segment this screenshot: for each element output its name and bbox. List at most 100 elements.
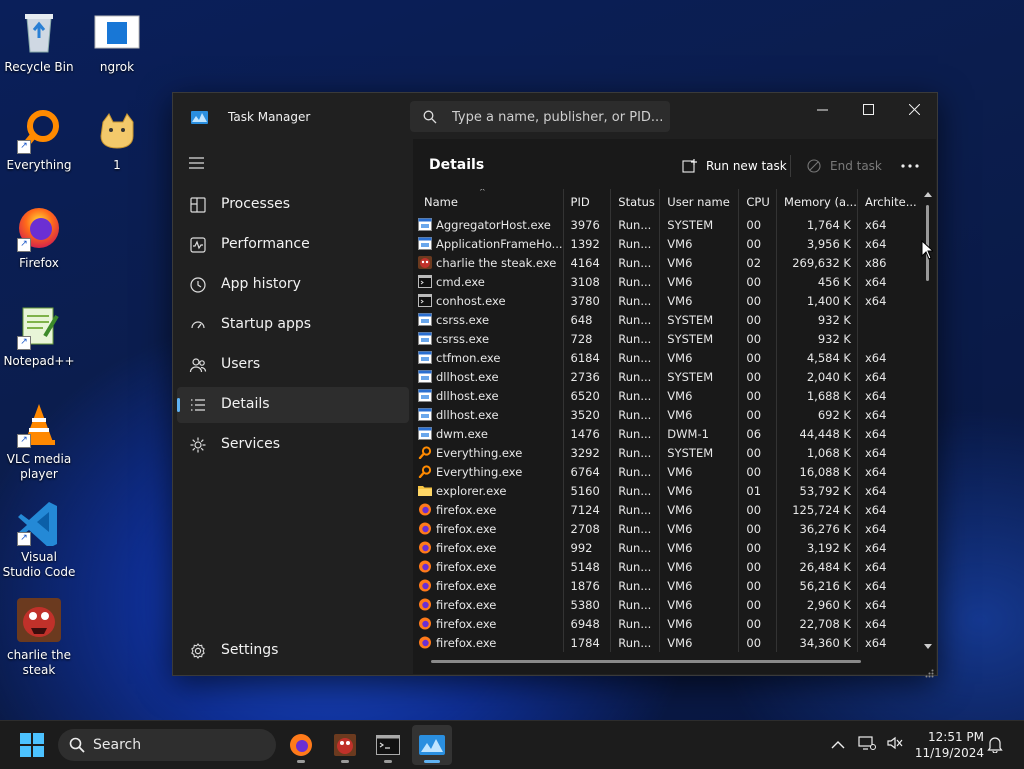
sidebar-item-services[interactable]: Services <box>177 427 409 463</box>
desktop-icon-everything[interactable]: ↗ Everything <box>1 106 77 173</box>
horizontal-scrollbar[interactable] <box>431 660 861 663</box>
desktop-icon-vscode[interactable]: ↗ Visual Studio Code <box>1 498 77 580</box>
desktop-icon-1[interactable]: 1 <box>79 106 155 173</box>
show-hidden-icons-button[interactable] <box>826 735 850 755</box>
table-row[interactable]: firefox.exe 992 Run... VM6 00 3,192 Kx64 <box>413 538 919 557</box>
desktop-icon-label: Notepad++ <box>3 354 75 368</box>
taskbar-app-terminal[interactable] <box>368 725 408 765</box>
mouse-cursor-icon <box>921 239 935 260</box>
process-window-app-icon <box>418 426 432 440</box>
start-button[interactable] <box>14 729 50 761</box>
column-header-name[interactable]: ^ Name <box>413 189 563 215</box>
desktop-icon-label: VLC media player <box>6 452 72 481</box>
sidebar-item-details[interactable]: Details <box>177 387 409 423</box>
firefox-icon: ↗ <box>15 204 63 252</box>
desktop-icon-firefox[interactable]: ↗ Firefox <box>1 204 77 271</box>
sidebar-item-startup-apps[interactable]: Startup apps <box>177 307 409 343</box>
column-header-user-name[interactable]: User name <box>659 189 739 215</box>
table-row[interactable]: AggregatorHost.exe 3976 Run... SYSTEM 00 1,76… <box>413 215 919 234</box>
cell-user: VM6 <box>659 633 739 652</box>
processes-icon <box>189 196 207 214</box>
close-button[interactable] <box>891 93 937 125</box>
sidebar-item-performance[interactable]: Performance <box>177 227 409 263</box>
vlc-icon: ↗ <box>15 400 63 448</box>
table-row[interactable]: csrss.exe 648 Run... SYSTEM 00 932 K <box>413 310 919 329</box>
desktop-icon-label: Everything <box>6 158 72 172</box>
column-header-status[interactable]: Status <box>610 189 660 215</box>
cell-pid: 2708 <box>562 519 611 538</box>
table-row[interactable]: firefox.exe 7124 Run... VM6 00 125,724 Kx64 <box>413 500 919 519</box>
column-header-pid[interactable]: PID <box>562 189 611 215</box>
search-box[interactable] <box>410 101 670 134</box>
cell-architecture: x64 <box>856 234 919 253</box>
search-input[interactable] <box>450 101 664 134</box>
title-bar[interactable]: Task Manager <box>173 93 937 139</box>
table-row[interactable]: conhost.exe 3780 Run... VM6 00 1,400 Kx64 <box>413 291 919 310</box>
table-row[interactable]: dllhost.exe 2736 Run... SYSTEM 00 2,040 Kx64 <box>413 367 919 386</box>
desktop-icon-notepad-plus-plus[interactable]: ↗ Notepad++ <box>1 302 77 369</box>
table-row[interactable]: cmd.exe 3108 Run... VM6 00 456 Kx64 <box>413 272 919 291</box>
network-status-button[interactable] <box>858 735 878 755</box>
minimize-button[interactable] <box>799 93 845 125</box>
notifications-button[interactable] <box>987 735 1007 755</box>
table-row[interactable]: explorer.exe 5160 Run... VM6 01 53,792 Kx64 <box>413 481 919 500</box>
details-panel: Details Run new task End task ^Name PID <box>413 139 936 678</box>
desktop-icon-charlie-the-steak[interactable]: charlie the steak <box>1 596 77 678</box>
cell-name: dllhost.exe <box>413 405 563 424</box>
cell-cpu: 00 <box>738 614 777 633</box>
table-row[interactable]: firefox.exe 6948 Run... VM6 00 22,708 Kx64 <box>413 614 919 633</box>
run-new-task-button[interactable]: Run new task <box>682 155 787 177</box>
sidebar-item-label: Processes <box>221 196 291 212</box>
sidebar-item-label: App history <box>221 276 301 292</box>
table-row[interactable]: dllhost.exe 6520 Run... VM6 00 1,688 Kx64 <box>413 386 919 405</box>
column-header-memory[interactable]: Memory (a... <box>776 189 858 215</box>
table-row[interactable]: firefox.exe 1784 Run... VM6 00 34,360 Kx64 <box>413 633 919 652</box>
column-header-architecture[interactable]: Archite... <box>856 189 919 215</box>
table-row[interactable]: csrss.exe 728 Run... SYSTEM 00 932 K <box>413 329 919 348</box>
notepad-plus-plus-icon: ↗ <box>15 302 63 350</box>
cell-pid: 992 <box>562 538 611 557</box>
desktop-icon-recycle-bin[interactable]: Recycle Bin <box>1 8 77 75</box>
table-row[interactable]: Everything.exe 3292 Run... SYSTEM 00 1,068 Kx… <box>413 443 919 462</box>
cell-user: SYSTEM <box>659 443 739 462</box>
column-header-cpu[interactable]: CPU <box>738 189 777 215</box>
cell-status: Run... <box>610 500 660 519</box>
cell-user: VM6 <box>659 253 739 272</box>
cell-pid: 1476 <box>562 424 611 443</box>
table-row[interactable]: firefox.exe 2708 Run... VM6 00 36,276 Kx64 <box>413 519 919 538</box>
sidebar-item-settings[interactable]: Settings <box>177 633 409 669</box>
hamburger-menu-button[interactable] <box>187 155 207 171</box>
table-row[interactable]: firefox.exe 1876 Run... VM6 00 56,216 Kx64 <box>413 576 919 595</box>
taskbar-app-task-manager[interactable] <box>412 725 452 765</box>
maximize-button[interactable] <box>845 93 891 125</box>
cell-architecture: x64 <box>856 595 919 614</box>
cell-user: SYSTEM <box>659 310 739 329</box>
more-options-button[interactable] <box>901 155 919 177</box>
table-row[interactable]: ctfmon.exe 6184 Run... VM6 00 4,584 Kx64 <box>413 348 919 367</box>
sidebar-item-processes[interactable]: Processes <box>177 187 409 223</box>
cell-user: DWM-1 <box>659 424 739 443</box>
table-row[interactable]: dwm.exe 1476 Run... DWM-1 06 44,448 Kx64 <box>413 424 919 443</box>
table-row[interactable]: charlie the steak.exe 4164 Run... VM6 02 269,… <box>413 253 919 272</box>
table-row[interactable]: dllhost.exe 3520 Run... VM6 00 692 Kx64 <box>413 405 919 424</box>
vertical-scrollbar[interactable] <box>921 191 935 657</box>
cell-name: charlie the steak.exe <box>413 253 563 272</box>
system-clock[interactable]: 12:51 PM 11/19/2024 <box>912 729 984 761</box>
taskbar-app-charlie-the-steak[interactable] <box>325 725 365 765</box>
taskbar-app-firefox[interactable] <box>281 725 321 765</box>
sidebar-item-app-history[interactable]: App history <box>177 267 409 303</box>
resize-grip-icon[interactable] <box>925 663 934 678</box>
table-row[interactable]: Everything.exe 6764 Run... VM6 00 16,088 Kx64 <box>413 462 919 481</box>
cell-cpu: 00 <box>738 462 777 481</box>
volume-button[interactable] <box>886 735 906 755</box>
desktop-icon-vlc[interactable]: ↗ VLC media player <box>1 400 77 482</box>
table-row[interactable]: firefox.exe 5148 Run... VM6 00 26,484 Kx64 <box>413 557 919 576</box>
end-task-button[interactable]: End task <box>807 155 882 177</box>
cell-pid: 3976 <box>562 215 611 234</box>
desktop-icon-ngrok[interactable]: ngrok <box>79 8 155 75</box>
taskbar-search[interactable]: Search <box>58 729 276 761</box>
scroll-up-icon <box>924 192 932 197</box>
table-row[interactable]: firefox.exe 5380 Run... VM6 00 2,960 Kx64 <box>413 595 919 614</box>
sidebar-item-users[interactable]: Users <box>177 347 409 383</box>
table-row[interactable]: ApplicationFrameHo... 1392 Run... VM6 00 3,95… <box>413 234 919 253</box>
